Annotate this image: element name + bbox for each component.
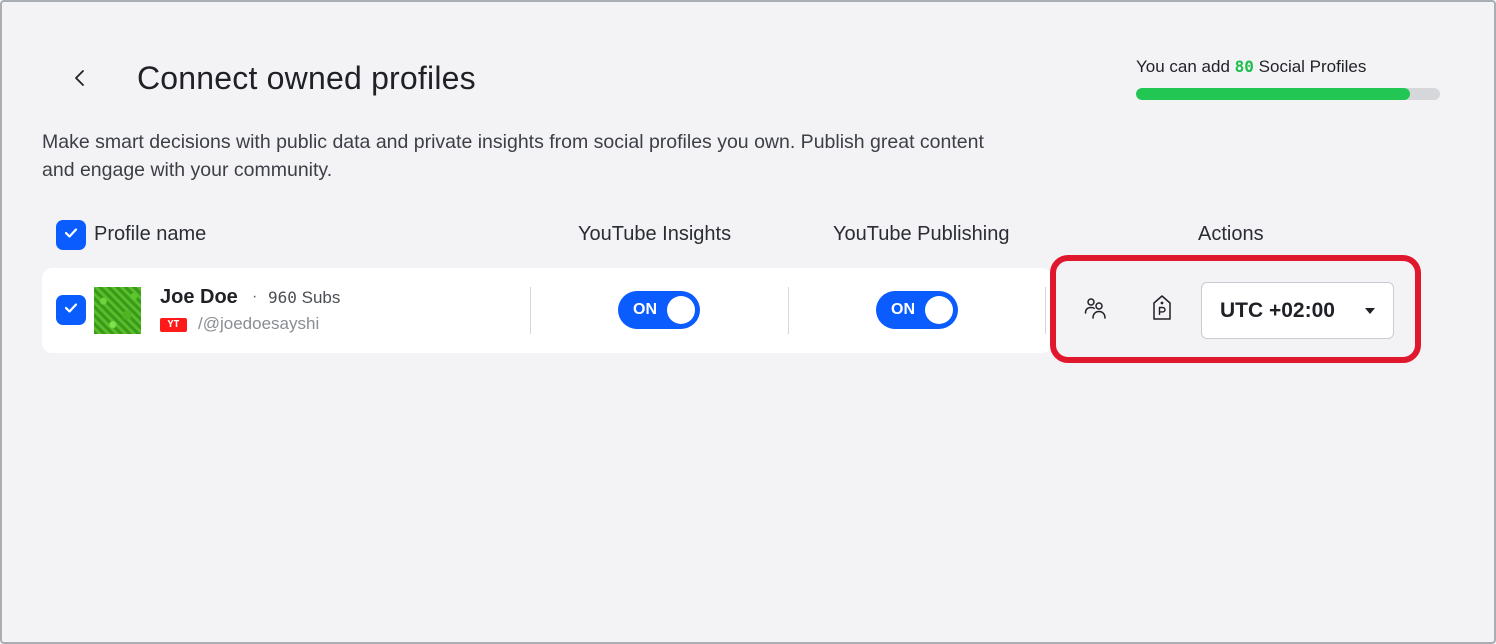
toggle-label: ON <box>891 301 915 318</box>
youtube-publishing-toggle[interactable]: ON <box>876 291 958 329</box>
page-title: Connect owned profiles <box>137 60 476 96</box>
profile-handle: /@joedoesayshi <box>198 314 320 333</box>
subscriber-count: 960 Subs <box>268 288 340 308</box>
toggle-knob <box>925 296 953 324</box>
back-button[interactable] <box>62 62 98 98</box>
separator-dot: · <box>252 288 258 305</box>
quota-suffix: Social Profiles <box>1258 57 1367 76</box>
check-icon <box>64 226 78 244</box>
table-row: Joe Doe · 960 Subs YT /@joedoesayshi ON … <box>42 268 1052 353</box>
quota-progress-bar <box>1136 88 1440 100</box>
column-header-profile-name: Profile name <box>94 223 207 245</box>
column-header-youtube-publishing: YouTube Publishing <box>833 223 1010 245</box>
people-icon <box>1083 296 1109 325</box>
profile-tag-button[interactable] <box>1142 290 1182 330</box>
profile-quota: You can add 80 Social Profiles <box>1136 57 1440 100</box>
quota-count: 80 <box>1234 57 1254 76</box>
column-header-youtube-insights: YouTube Insights <box>578 223 732 245</box>
profile-name: Joe Doe <box>160 286 238 308</box>
youtube-badge: YT <box>160 318 187 332</box>
timezone-select[interactable]: UTC +02:00 <box>1201 282 1394 339</box>
subs-label: Subs <box>301 288 341 307</box>
youtube-insights-toggle[interactable]: ON <box>618 291 700 329</box>
chevron-left-icon <box>73 68 87 93</box>
tag-p-icon <box>1151 294 1173 327</box>
column-divider <box>1045 287 1046 334</box>
quota-text: You can add 80 Social Profiles <box>1136 57 1440 77</box>
toggle-label: ON <box>633 301 657 318</box>
manage-team-button[interactable] <box>1076 290 1116 330</box>
table-header: Profile name YouTube Insights YouTube Pu… <box>42 218 1442 252</box>
timezone-value: UTC +02:00 <box>1220 299 1335 322</box>
column-header-actions: Actions <box>1198 223 1264 245</box>
column-divider <box>788 287 789 334</box>
toggle-knob <box>667 296 695 324</box>
quota-progress-fill <box>1136 88 1410 100</box>
row-checkbox[interactable] <box>56 295 86 325</box>
column-divider <box>530 287 531 334</box>
subs-number: 960 <box>268 288 297 307</box>
profile-avatar <box>94 287 141 334</box>
page-description: Make smart decisions with public data an… <box>42 131 984 181</box>
quota-prefix: You can add <box>1136 57 1230 76</box>
check-icon <box>64 301 78 319</box>
select-all-checkbox[interactable] <box>56 220 86 250</box>
caret-down-icon <box>1365 308 1375 314</box>
app-window: Connect owned profiles You can add 80 So… <box>0 0 1496 644</box>
